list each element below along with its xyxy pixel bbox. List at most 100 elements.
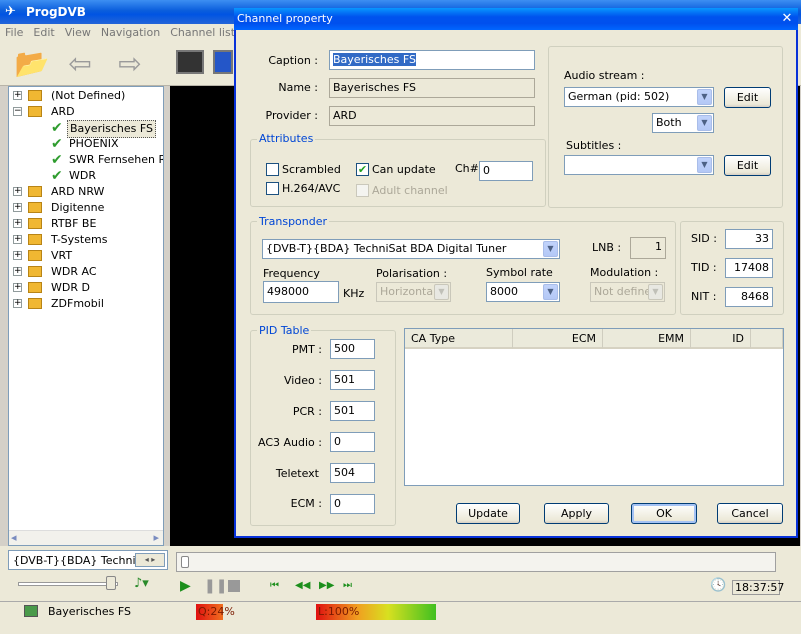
frequency-input[interactable]: 498000 (263, 281, 339, 303)
skip-start-icon[interactable]: ⏮ (270, 580, 279, 591)
polarisation-select[interactable]: Horizontal ▼ (376, 282, 451, 302)
channel-tree[interactable]: + (Not Defined) − ARD ✔ Bayerisches FS ✔… (8, 86, 164, 546)
video-pid-input[interactable]: 501 (330, 370, 375, 390)
monitor-icon[interactable] (176, 50, 204, 74)
level-meter: L:100% (316, 604, 436, 620)
skip-end-icon[interactable]: ⏭ (343, 580, 352, 591)
ca-table[interactable]: CA Type ECM EMM ID (404, 328, 784, 486)
audio-edit-button[interactable]: Edit (724, 87, 771, 108)
expand-icon[interactable]: + (13, 219, 22, 228)
menu-view[interactable]: View (60, 24, 96, 42)
close-icon[interactable]: ✕ (779, 11, 795, 27)
frequency-label: Frequency (263, 267, 320, 280)
check-icon: ✔ (51, 152, 63, 168)
adult-channel-label: Adult channel (372, 184, 448, 197)
h264-label: H.264/AVC (282, 182, 341, 195)
chevron-down-icon[interactable]: ▼ (434, 284, 449, 300)
chevron-down-icon[interactable]: ▼ (697, 89, 712, 105)
tree-item-label: ZDFmobil (51, 297, 104, 310)
menu-channel-list[interactable]: Channel list (165, 24, 240, 42)
back-arrow-icon[interactable]: ⇦ (62, 45, 98, 83)
tree-horizontal-scrollbar[interactable]: ◂ ▸ (9, 530, 163, 545)
fast-forward-icon[interactable]: ▶▶ (319, 580, 334, 591)
scroll-right-icon[interactable]: ▸ (153, 531, 159, 544)
tid-input[interactable]: 17408 (725, 258, 773, 278)
expand-icon[interactable]: + (13, 267, 22, 276)
seek-thumb[interactable] (181, 556, 189, 568)
monitor-blue-icon[interactable] (213, 50, 233, 74)
volume-slider-thumb[interactable] (106, 576, 116, 590)
cancel-button[interactable]: Cancel (717, 503, 783, 524)
rewind-icon[interactable]: ◀◀ (295, 580, 310, 591)
chevron-down-icon[interactable]: ▼ (543, 241, 558, 257)
expand-icon[interactable]: + (13, 235, 22, 244)
open-folder-icon[interactable]: 📂 (14, 45, 50, 83)
h264-checkbox[interactable] (266, 182, 279, 195)
folder-icon (28, 266, 42, 277)
ecm-column-header[interactable]: ECM (513, 329, 603, 349)
stop-icon[interactable] (228, 580, 240, 592)
dialog-title-bar[interactable]: Channel property ✕ (234, 8, 798, 30)
tree-item[interactable]: ✔ SWR Fernsehen RP (49, 152, 163, 168)
audio-mode-select[interactable]: Both ▼ (652, 113, 714, 133)
tuner-spin-icon[interactable]: ◂ ▸ (135, 553, 165, 567)
collapse-icon[interactable]: − (13, 107, 22, 116)
video-pid-label: Video : (283, 374, 322, 387)
pmt-input[interactable]: 500 (330, 339, 375, 359)
chevron-down-icon[interactable]: ▼ (697, 157, 712, 173)
tuner-device-value: {DVB-T}{BDA} TechniSat BDA Digital Tuner (266, 242, 507, 255)
expand-icon[interactable]: + (13, 91, 22, 100)
symbol-rate-select[interactable]: 8000 ▼ (486, 282, 560, 302)
caption-input[interactable]: Bayerisches FS (329, 50, 535, 70)
expand-icon[interactable]: + (13, 299, 22, 308)
chevron-down-icon[interactable]: ▼ (648, 284, 663, 300)
scroll-left-icon[interactable]: ◂ (11, 531, 17, 544)
volume-slider[interactable] (18, 582, 118, 586)
modulation-select[interactable]: Not defined ▼ (590, 282, 665, 302)
transponder-legend: Transponder (257, 215, 330, 228)
chevron-down-icon[interactable]: ▼ (543, 284, 558, 300)
seek-bar[interactable] (176, 552, 776, 572)
clock-time: 18:37:57 (732, 580, 784, 595)
scrambled-label: Scrambled (282, 163, 341, 176)
menu-file[interactable]: File (0, 24, 28, 42)
teletext-input[interactable]: 504 (330, 463, 375, 483)
adult-channel-checkbox[interactable] (356, 184, 369, 197)
attributes-legend: Attributes (257, 132, 316, 145)
scrambled-checkbox[interactable] (266, 163, 279, 176)
subtitles-select[interactable]: ▼ (564, 155, 714, 175)
audio-stream-select[interactable]: German (pid: 502) ▼ (564, 87, 714, 107)
pause-icon[interactable]: ❚❚ (204, 578, 227, 594)
ecm-input[interactable]: 0 (330, 494, 375, 514)
expand-icon[interactable]: + (13, 187, 22, 196)
chevron-down-icon[interactable]: ▼ (697, 115, 712, 131)
apply-button[interactable]: Apply (544, 503, 609, 524)
tuner-selector[interactable]: {DVB-T}{BDA} TechniS ◂ ▸ (8, 550, 168, 570)
lnb-label: LNB : (592, 241, 622, 254)
pcr-input[interactable]: 501 (330, 401, 375, 421)
menu-navigation[interactable]: Navigation (96, 24, 165, 42)
play-icon[interactable]: ▶ (180, 578, 191, 594)
emm-column-header[interactable]: EMM (603, 329, 691, 349)
audio-note-icon[interactable]: ♪▾ (134, 576, 149, 591)
ok-button[interactable]: OK (631, 503, 697, 524)
ch-input[interactable]: 0 (479, 161, 533, 181)
nit-input[interactable]: 8468 (725, 287, 773, 307)
expand-icon[interactable]: + (13, 251, 22, 260)
tuner-device-select[interactable]: {DVB-T}{BDA} TechniSat BDA Digital Tuner… (262, 239, 560, 259)
update-button[interactable]: Update (456, 503, 520, 524)
menu-edit[interactable]: Edit (28, 24, 59, 42)
subtitles-edit-button[interactable]: Edit (724, 155, 771, 176)
expand-icon[interactable]: + (13, 203, 22, 212)
expand-icon[interactable]: + (13, 283, 22, 292)
nit-label: NIT : (691, 290, 717, 303)
symbol-rate-value: 8000 (490, 285, 518, 298)
forward-arrow-icon[interactable]: ⇨ (112, 45, 148, 83)
can-update-checkbox[interactable]: ✔ (356, 163, 369, 176)
caption-value: Bayerisches FS (333, 53, 417, 66)
ac3-audio-input[interactable]: 0 (330, 432, 375, 452)
ca-type-column-header[interactable]: CA Type (405, 329, 513, 349)
polarisation-label: Polarisation : (376, 267, 448, 280)
sid-input[interactable]: 33 (725, 229, 773, 249)
id-column-header[interactable]: ID (691, 329, 751, 349)
